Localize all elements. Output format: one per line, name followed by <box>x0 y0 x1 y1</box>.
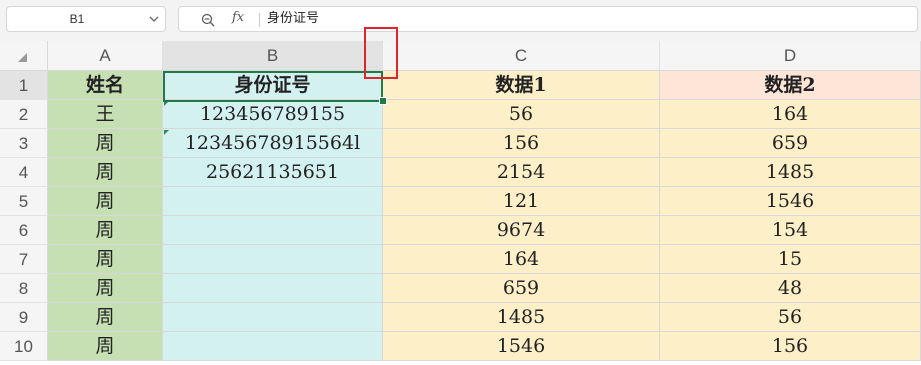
header-cell-data1[interactable]: 数据1 <box>383 71 660 100</box>
table-cell[interactable]: 164 <box>660 100 921 129</box>
formula-divider <box>259 13 260 27</box>
table-cell[interactable] <box>163 332 383 361</box>
table-cell[interactable]: 王 <box>48 100 163 129</box>
table-cell[interactable] <box>163 303 383 332</box>
header-cell-name[interactable]: 姓名 <box>48 71 163 100</box>
table-cell[interactable]: 164 <box>383 245 660 274</box>
formula-bar[interactable]: fx 身份证号 <box>178 6 918 32</box>
table-cell[interactable]: 1546 <box>383 332 660 361</box>
row-header-6[interactable]: 6 <box>0 216 48 245</box>
row-header-2[interactable]: 2 <box>0 100 48 129</box>
select-all-icon[interactable] <box>18 53 27 62</box>
table-cell[interactable] <box>163 274 383 303</box>
header-cell-id[interactable]: 身份证号 <box>163 71 383 100</box>
table-cell[interactable] <box>163 187 383 216</box>
table-cell[interactable]: 周 <box>48 187 163 216</box>
table-cell[interactable]: 25621135651 <box>163 158 383 187</box>
table-cell[interactable]: 周 <box>48 129 163 158</box>
table-cell[interactable]: 659 <box>660 129 921 158</box>
column-header-d[interactable]: D <box>660 41 921 71</box>
fill-handle[interactable] <box>379 97 387 105</box>
table-cell[interactable]: 12345678915564l <box>163 129 383 158</box>
row-header-7[interactable]: 7 <box>0 245 48 274</box>
toolbar: B1 fx 身份证号 <box>0 0 921 38</box>
row-header-10[interactable]: 10 <box>0 332 48 361</box>
name-box-value: B1 <box>69 12 85 26</box>
column-header-b[interactable]: B <box>163 41 383 71</box>
table-cell[interactable]: 周 <box>48 332 163 361</box>
table-cell[interactable]: 56 <box>660 303 921 332</box>
table-cell[interactable]: 156 <box>383 129 660 158</box>
header-cell-data2[interactable]: 数据2 <box>660 71 921 100</box>
table-cell[interactable] <box>163 245 383 274</box>
table-cell[interactable]: 48 <box>660 274 921 303</box>
row-header-5[interactable]: 5 <box>0 187 48 216</box>
row-header-1[interactable]: 1 <box>0 71 48 100</box>
table-cell[interactable]: 周 <box>48 158 163 187</box>
table-cell[interactable]: 1485 <box>660 158 921 187</box>
row-header-4[interactable]: 4 <box>0 158 48 187</box>
select-all-corner[interactable] <box>0 41 48 71</box>
zoom-out-icon[interactable] <box>201 13 215 27</box>
table-cell[interactable]: 1546 <box>660 187 921 216</box>
table-cell[interactable]: 周 <box>48 303 163 332</box>
table-cell[interactable]: 9674 <box>383 216 660 245</box>
table-cell[interactable]: 121 <box>383 187 660 216</box>
table-cell[interactable]: 周 <box>48 245 163 274</box>
table-cell[interactable]: 1485 <box>383 303 660 332</box>
row-header-8[interactable]: 8 <box>0 274 48 303</box>
table-cell[interactable]: 周 <box>48 274 163 303</box>
table-cell[interactable] <box>163 216 383 245</box>
table-cell[interactable]: 156 <box>660 332 921 361</box>
table-cell[interactable]: 周 <box>48 216 163 245</box>
column-header-c[interactable]: C <box>383 41 660 71</box>
chevron-down-icon[interactable] <box>149 14 159 24</box>
table-cell[interactable]: 56 <box>383 100 660 129</box>
table-cell[interactable]: 659 <box>383 274 660 303</box>
table-cell[interactable]: 2154 <box>383 158 660 187</box>
error-indicator-icon[interactable] <box>164 101 169 106</box>
formula-content[interactable]: 身份证号 <box>267 7 319 31</box>
row-header-9[interactable]: 9 <box>0 303 48 332</box>
column-header-a[interactable]: A <box>48 41 163 71</box>
table-cell[interactable]: 154 <box>660 216 921 245</box>
table-cell[interactable]: 123456789155 <box>163 100 383 129</box>
spreadsheet-grid: A B C D 1 2 3 4 5 6 7 8 9 10 姓名 身份证号 数据1… <box>0 41 921 365</box>
table-cell[interactable]: 15 <box>660 245 921 274</box>
error-indicator-icon[interactable] <box>164 130 169 135</box>
name-box[interactable]: B1 <box>6 6 166 32</box>
fx-icon[interactable]: fx <box>232 10 244 25</box>
row-header-3[interactable]: 3 <box>0 129 48 158</box>
